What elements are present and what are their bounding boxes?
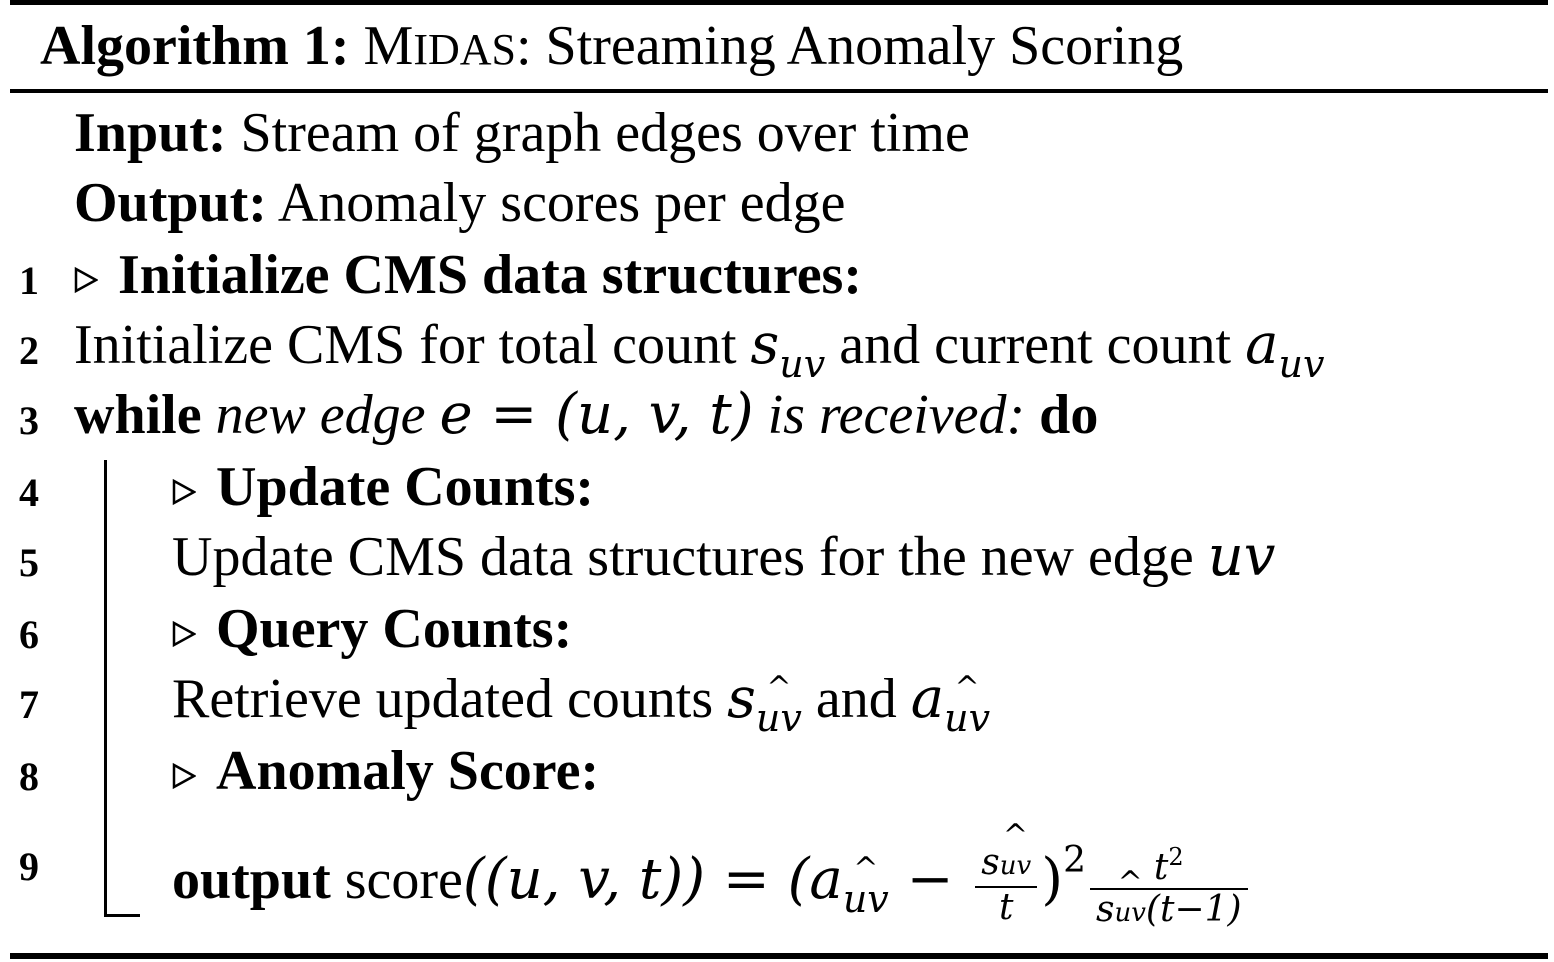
fraction-t2-over-s: t2suv(t−1)	[1089, 837, 1248, 933]
line-number: 6	[19, 612, 39, 657]
input-head: Input:	[74, 102, 227, 164]
comment-text: Initialize CMS data structures:	[118, 244, 862, 306]
line-number: 8	[19, 754, 39, 799]
frac2-num-sup: 2	[1168, 843, 1184, 872]
comment-text: Update Counts:	[216, 456, 595, 518]
bottom-rule	[10, 953, 1548, 959]
line-number: 1	[19, 258, 39, 303]
input-row: Input: Stream of graph edges over time	[74, 100, 970, 166]
var-a: a	[910, 666, 945, 731]
squared-exponent: 2	[1063, 840, 1086, 881]
line-number: 9	[19, 844, 39, 889]
var-a-hat-subscript: uv	[843, 866, 889, 932]
comment-triangle-icon	[74, 265, 98, 295]
comment-triangle-icon	[172, 761, 196, 791]
fraction-numerator: suv	[975, 841, 1038, 888]
var-s: s	[727, 666, 756, 731]
function-score: score	[330, 849, 463, 911]
condition-math: e = (u, v, t)	[439, 382, 754, 447]
line-number: 3	[19, 398, 39, 443]
fraction-denominator: t	[999, 886, 1014, 928]
algorithm-title: Algorithm 1: MIDAS: Streaming Anomaly Sc…	[40, 10, 1183, 86]
minus-sign: −	[888, 847, 972, 912]
while-block-bar	[104, 460, 107, 915]
comment-triangle-icon	[172, 619, 196, 649]
frac-num-var: s	[981, 841, 1000, 883]
var-a: a	[1245, 312, 1279, 377]
comment-text: Anomaly Score:	[216, 740, 600, 802]
line-number: 5	[19, 540, 39, 585]
line-text: Update CMS data structures for the new e…	[172, 526, 1208, 588]
output-row: Output: Anomaly scores per edge	[74, 170, 845, 236]
close-paren: )	[1041, 847, 1064, 912]
line-number: 2	[19, 328, 39, 373]
line-content: Anomaly Score:	[172, 738, 599, 804]
frac2-den-rest: (t−1)	[1145, 889, 1242, 931]
comment-text: Query Counts:	[216, 598, 573, 660]
algorithm-name-smallcaps: IDAS	[413, 25, 516, 74]
header-rule	[10, 89, 1548, 93]
line-content: Query Counts:	[172, 596, 572, 662]
line-content: Update Counts:	[172, 454, 594, 520]
frac2-num: t	[1153, 847, 1169, 889]
line-number: 7	[19, 682, 39, 727]
keyword-do: do	[1039, 384, 1099, 446]
line-text-b: and	[801, 668, 911, 730]
line-text-a: Initialize CMS for total count	[74, 314, 751, 376]
line-content: Update CMS data structures for the new e…	[172, 524, 1275, 590]
frac2-den-var: s	[1095, 889, 1115, 931]
line-number: 4	[19, 470, 39, 515]
input-text: Stream of graph edges over time	[240, 102, 970, 164]
frac2-den-sub: uv	[1114, 893, 1145, 933]
line-text-a: Retrieve updated counts	[172, 668, 728, 730]
score-args: ((u, v, t)) = (	[462, 847, 810, 912]
var-a-hat-subscript: uv	[944, 685, 990, 751]
fraction-numerator: t2	[1089, 837, 1248, 891]
line-content: while new edge e = (u, v, t) is received…	[74, 382, 1098, 448]
keyword-output: output	[172, 849, 331, 911]
output-head: Output:	[74, 172, 267, 234]
algorithm-name-initial: M	[363, 15, 414, 77]
condition-text-b: is received:	[753, 384, 1026, 446]
line-text-b: and current count	[825, 314, 1246, 376]
var-a: a	[809, 847, 843, 912]
keyword-while: while	[74, 384, 202, 446]
var-s: s	[750, 312, 780, 377]
var-s-subscript: uv	[779, 342, 826, 386]
algorithm-label: Algorithm 1:	[40, 15, 350, 77]
var-uv: uv	[1207, 524, 1276, 589]
comment-triangle-icon	[172, 477, 196, 507]
condition-text-a: new edge	[201, 384, 440, 446]
var-s-hat-subscript: uv	[756, 685, 802, 751]
while-block-foot	[104, 914, 140, 917]
line-content: Initialize CMS data structures:	[74, 242, 862, 308]
top-rule	[10, 0, 1548, 5]
output-text: Anomaly scores per edge	[277, 172, 846, 234]
line-content: output score((u, v, t)) = (auv − suvt)2t…	[172, 828, 1252, 933]
fraction-denominator: suv(t−1)	[1090, 890, 1248, 933]
algorithm-title-rest: : Streaming Anomaly Scoring	[516, 15, 1184, 77]
frac-num-sub: uv	[1000, 846, 1031, 886]
var-a-subscript: uv	[1278, 342, 1325, 386]
fraction-s-over-t: suvt	[975, 841, 1038, 928]
